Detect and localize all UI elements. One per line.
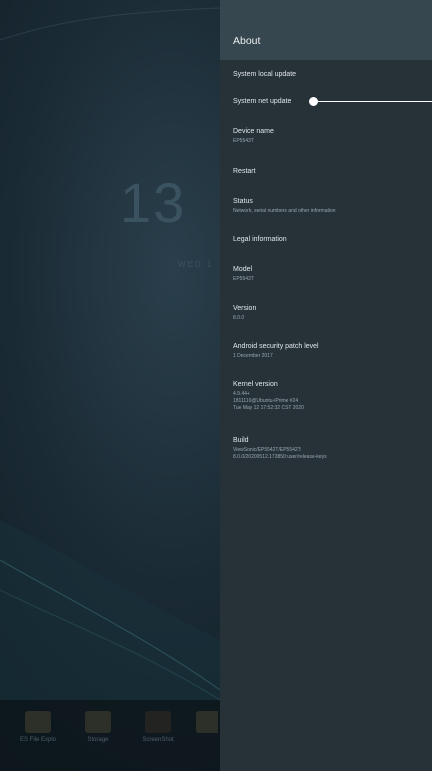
dock-app-screenshot[interactable]: ScreenShot	[136, 705, 180, 743]
setting-title: Status	[233, 198, 253, 205]
about-settings-panel: About System local update System net upd…	[220, 0, 432, 771]
setting-legal-information[interactable]: Legal information	[233, 236, 423, 243]
setting-device-name[interactable]: Device name EP5543T	[233, 128, 423, 145]
dock-app-label: Storage	[87, 737, 109, 743]
storage-icon	[85, 711, 111, 733]
page-title: About	[233, 35, 261, 47]
setting-model[interactable]: Model EP5543T	[233, 266, 423, 283]
setting-title: Device name	[233, 128, 274, 135]
panel-header: About	[220, 0, 432, 60]
background-date: WED 1	[178, 260, 214, 269]
dock-app-label: ScreenShot	[142, 737, 174, 743]
setting-subtitle: 8.0.0	[233, 315, 245, 321]
setting-system-local-update[interactable]: System local update	[233, 71, 423, 78]
setting-title: Model	[233, 266, 253, 273]
dock-app-label: ES File Explo	[19, 737, 56, 743]
dock-app-storage[interactable]: Storage	[76, 705, 120, 743]
setting-title: Version	[233, 305, 257, 312]
setting-version[interactable]: Version 8.0.0	[233, 305, 423, 322]
setting-subtitle: ViewSonic/EP5542T/EP5542T: 8.0.0/2020051…	[233, 447, 327, 460]
setting-subtitle: 4.9.44+ 1811110@Ubuntu-iPrime #24 Tue Ma…	[233, 391, 304, 411]
app-icon	[196, 711, 218, 733]
setting-subtitle: EP5543T	[233, 138, 254, 144]
setting-subtitle: EP5543T	[233, 276, 254, 282]
setting-title: Android security patch level	[233, 343, 319, 350]
app-dock: ES File Explo Storage ScreenShot	[0, 705, 220, 765]
setting-status[interactable]: Status Network, serial numbers and other…	[233, 198, 423, 215]
setting-kernel-version[interactable]: Kernel version 4.9.44+ 1811110@Ubuntu-iP…	[233, 381, 423, 412]
cursor-dot-icon	[309, 97, 318, 106]
background-clock: 13	[120, 171, 187, 234]
setting-title: Build	[233, 437, 249, 444]
setting-title: Kernel version	[233, 381, 278, 388]
setting-subtitle: 1 December 2017	[233, 353, 273, 359]
pointer-line	[313, 101, 432, 102]
setting-build[interactable]: Build ViewSonic/EP5542T/EP5542T: 8.0.0/2…	[233, 437, 423, 461]
setting-title: System local update	[233, 71, 297, 78]
setting-subtitle: Network, serial numbers and other inform…	[233, 208, 336, 214]
dock-app-partial[interactable]	[196, 705, 218, 737]
screenshot-icon	[145, 711, 171, 733]
dock-app-file-explorer[interactable]: ES File Explo	[16, 705, 60, 743]
setting-security-patch-level[interactable]: Android security patch level 1 December …	[233, 343, 423, 360]
setting-restart[interactable]: Restart	[233, 168, 423, 175]
setting-title: Restart	[233, 168, 256, 175]
file-explorer-icon	[25, 711, 51, 733]
setting-title: Legal information	[233, 236, 287, 243]
